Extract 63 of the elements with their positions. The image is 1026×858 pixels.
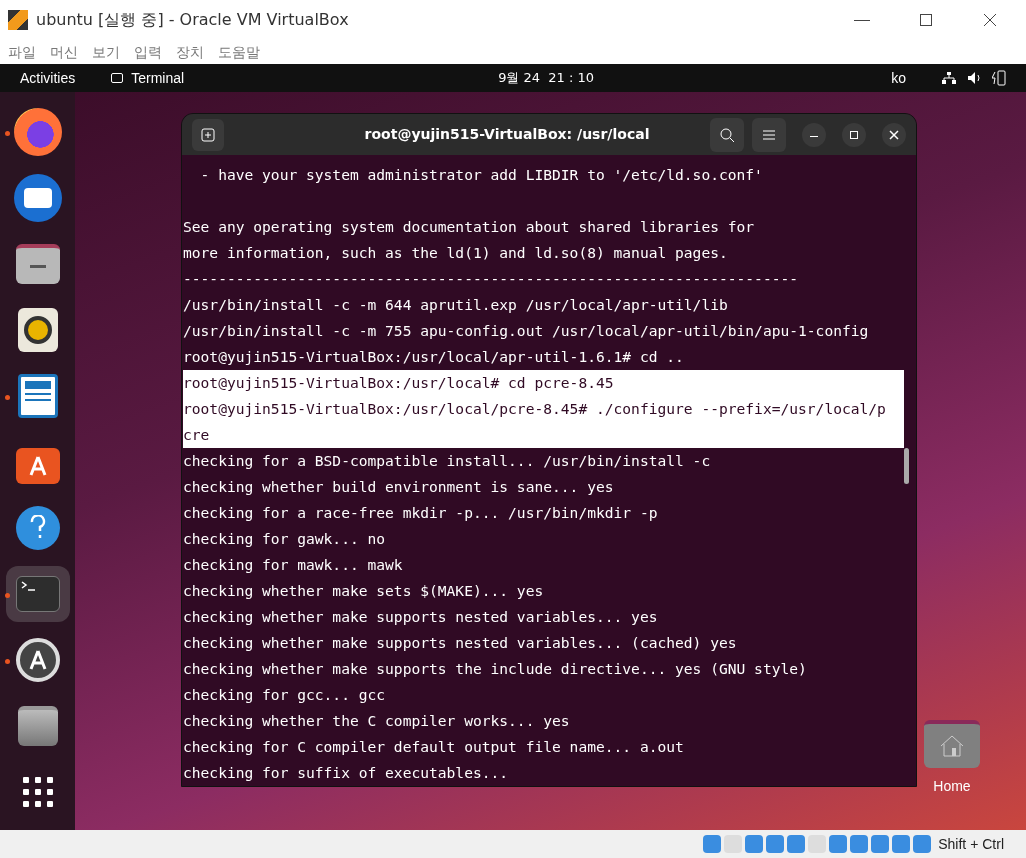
terminal-line: checking for mawk... mawk bbox=[183, 555, 403, 576]
terminal-line: See any operating system documentation about shared libraries for bbox=[183, 217, 755, 238]
battery-icon bbox=[992, 70, 1006, 86]
terminal-line: checking for a race-free mkdir -p... /usr/bin/mkdir -p bbox=[183, 503, 658, 524]
menu-item[interactable]: 머신 bbox=[50, 41, 78, 63]
host-key-label: Shift + Ctrl bbox=[938, 834, 1004, 854]
speaker-icon bbox=[17, 308, 58, 352]
folder-icon bbox=[15, 244, 60, 284]
app-grid-icon bbox=[22, 777, 53, 807]
terminal-line: more information, such as the ld(1) and ld.so(8) manual pages. bbox=[183, 243, 728, 264]
terminal-title: root@yujin515-VirtualBox: /usr/local bbox=[363, 125, 651, 144]
terminal-line: checking for gawk... no bbox=[183, 529, 386, 550]
terminal-line: checking whether make supports nested variables... (cached) yes bbox=[183, 633, 737, 654]
app-menu-label[interactable]: Terminal bbox=[131, 67, 185, 89]
new-tab-button[interactable] bbox=[192, 118, 224, 151]
terminal-line: checking for suffix of executables... bbox=[183, 763, 509, 784]
terminal-line: - have your system administrator add LIBDIR to '/etc/ld.so.conf' bbox=[199, 165, 763, 186]
terminal-line: checking for C compiler default output file name... a.out bbox=[183, 737, 684, 758]
shopping-bag-icon bbox=[15, 448, 60, 484]
search-icon bbox=[719, 126, 735, 143]
activities-button[interactable]: Activities bbox=[20, 67, 76, 89]
terminal-line: checking whether the C compiler works... yes bbox=[183, 711, 570, 732]
close-icon bbox=[983, 13, 997, 27]
menu-button[interactable] bbox=[752, 117, 786, 152]
window-title: ubuntu [실행 중] - Oracle VM VirtualBox bbox=[36, 9, 349, 31]
maximize-button[interactable] bbox=[842, 122, 866, 147]
new-tab-icon bbox=[201, 127, 215, 142]
desktop-icon-label[interactable]: Home bbox=[933, 776, 971, 797]
input-method-indicator[interactable]: ko bbox=[891, 67, 906, 89]
menu-item[interactable]: 도움말 bbox=[218, 41, 260, 63]
terminal-line: checking whether make supports nested variables... yes bbox=[183, 607, 658, 628]
document-icon bbox=[17, 374, 58, 418]
search-button[interactable] bbox=[710, 117, 744, 152]
terminal-line: checking whether make sets $(MAKE)... yes bbox=[183, 581, 544, 602]
scrollbar-thumb[interactable] bbox=[904, 448, 909, 484]
menu-item[interactable]: 보기 bbox=[92, 41, 120, 63]
terminal-line: cre bbox=[183, 425, 210, 446]
browser-icon bbox=[13, 108, 62, 156]
mail-icon bbox=[13, 174, 62, 222]
terminal-icon bbox=[111, 73, 124, 83]
trash-icon bbox=[17, 706, 58, 746]
close-button[interactable] bbox=[882, 122, 906, 147]
clock[interactable]: 9월 24 21 : 10 bbox=[498, 68, 595, 88]
menu-item[interactable]: 파일 bbox=[8, 41, 36, 63]
terminal-line: /usr/bin/install -c -m 755 apu-config.out /usr/local/apr-util/bin/apu-1-config bbox=[183, 321, 869, 342]
menu-icon bbox=[762, 128, 776, 141]
terminal-line: root@yujin515-VirtualBox:/usr/local/pcre-8.45# ./configure --prefix=/usr/local/p bbox=[183, 399, 886, 420]
updater-icon bbox=[15, 638, 60, 682]
terminal-line: ---------------------------------------------------------------------- bbox=[183, 269, 799, 290]
terminal-line: /usr/bin/install -c -m 644 aprutil.exp /usr/local/apr-util/lib bbox=[183, 295, 728, 316]
terminal-line: root@yujin515-VirtualBox:/usr/local/apr-util-1.6.1# cd .. bbox=[183, 347, 684, 368]
terminal-line: checking for a BSD-compatible install... /usr/bin/install -c bbox=[183, 451, 711, 472]
close-icon bbox=[889, 129, 899, 140]
terminal-line: checking whether make supports the include directive... yes (GNU style) bbox=[183, 659, 807, 680]
terminal-line: checking whether build environment is sane... yes bbox=[183, 477, 614, 498]
menu-item[interactable]: 입력 bbox=[134, 41, 162, 63]
app-logo-icon bbox=[8, 10, 28, 30]
menu-item[interactable]: 장치 bbox=[176, 41, 204, 63]
help-icon bbox=[15, 506, 60, 550]
home-folder-icon[interactable] bbox=[924, 720, 980, 768]
terminal-icon bbox=[15, 576, 60, 612]
terminal-line: root@yujin515-VirtualBox:/usr/local# cd pcre-8.45 bbox=[183, 373, 614, 394]
terminal-line: checking for gcc... gcc bbox=[183, 685, 386, 706]
